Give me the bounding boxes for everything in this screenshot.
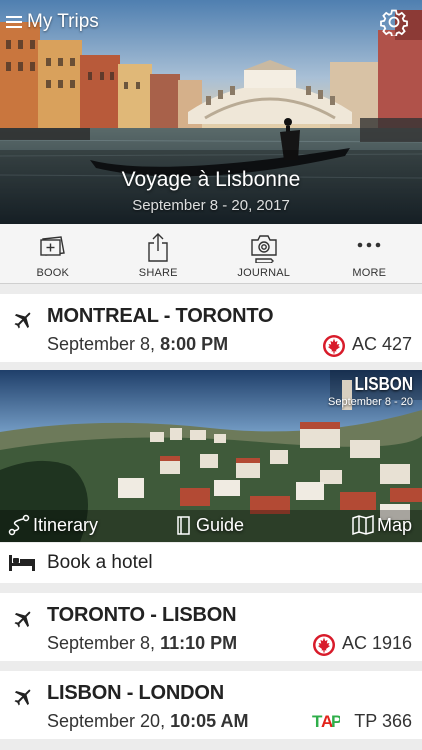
more-button[interactable]: MORE bbox=[317, 224, 422, 283]
flight-date: September 8, bbox=[47, 633, 161, 653]
flight-date: September 8, bbox=[47, 334, 161, 354]
share-label: SHARE bbox=[138, 267, 178, 279]
airplane-icon bbox=[14, 312, 31, 329]
share-icon bbox=[148, 233, 168, 262]
flight-number: AC 427 bbox=[351, 334, 412, 354]
share-button[interactable]: SHARE bbox=[106, 224, 212, 283]
journal-button[interactable]: JOURNAL bbox=[211, 224, 317, 283]
book-hotel-label: Book a hotel bbox=[47, 552, 153, 573]
book-label: BOOK bbox=[36, 267, 70, 279]
my-trips-menu-button[interactable]: My Trips bbox=[6, 9, 99, 35]
hamburger-icon bbox=[6, 15, 22, 29]
flight-date: September 20, bbox=[47, 711, 171, 731]
flight-number: TP 366 bbox=[354, 711, 412, 731]
air-canada-icon bbox=[323, 335, 345, 357]
flight-departure: September 8, 11:10 PM bbox=[47, 633, 237, 654]
airplane-icon bbox=[14, 689, 31, 706]
bed-icon bbox=[9, 555, 35, 571]
flight-time: 8:00 PM bbox=[160, 334, 229, 354]
itinerary-link[interactable]: Itinerary bbox=[8, 513, 98, 537]
flight-number: AC 1916 bbox=[341, 633, 412, 653]
flight-card[interactable]: MONTREAL - TORONTO September 8, 8:00 PM … bbox=[0, 294, 422, 362]
guide-label: Guide bbox=[196, 514, 245, 535]
more-icon bbox=[357, 242, 381, 248]
destination-city: LISBON bbox=[354, 374, 413, 394]
flight-departure: September 8, 8:00 PM bbox=[47, 334, 228, 355]
guide-book-icon bbox=[177, 516, 190, 535]
trip-cover-image[interactable]: My Trips Voyage à Lisbonne September 8 -… bbox=[0, 0, 422, 224]
trip-dates: September 8 - 20, 2017 bbox=[132, 197, 290, 214]
top-bar: My Trips bbox=[0, 0, 422, 44]
flight-departure: September 20, 10:05 AM bbox=[47, 711, 248, 732]
my-trips-label: My Trips bbox=[27, 11, 99, 32]
book-icon bbox=[40, 236, 65, 256]
trip-action-bar: BOOK SHARE JOURNAL MORE bbox=[0, 224, 422, 284]
tap-portugal-icon: T A P bbox=[312, 712, 340, 731]
itinerary-label: Itinerary bbox=[33, 514, 99, 535]
trip-screen: My Trips Voyage à Lisbonne September 8 -… bbox=[0, 0, 422, 750]
more-label: MORE bbox=[352, 267, 387, 279]
journal-label: JOURNAL bbox=[237, 267, 291, 279]
guide-link[interactable]: Guide bbox=[175, 513, 244, 537]
book-button[interactable]: BOOK bbox=[0, 224, 106, 283]
air-canada-icon bbox=[313, 634, 335, 656]
camera-icon bbox=[251, 235, 277, 263]
flight-time: 11:10 PM bbox=[160, 633, 238, 653]
destination-dates: September 8 - 20 bbox=[328, 396, 413, 408]
map-link[interactable]: Map bbox=[352, 513, 412, 537]
route-icon bbox=[8, 514, 30, 536]
destination-banner[interactable]: LISBON September 8 - 20 Itinerary Guide … bbox=[0, 370, 422, 542]
map-icon bbox=[352, 515, 374, 536]
flight-route: LISBON - LONDON bbox=[47, 682, 224, 704]
airplane-icon bbox=[14, 611, 31, 628]
flight-route: MONTREAL - TORONTO bbox=[47, 305, 274, 327]
book-hotel-row[interactable]: Book a hotel bbox=[0, 543, 422, 583]
trip-title: Voyage à Lisbonne bbox=[121, 168, 301, 191]
svg-text:P: P bbox=[331, 712, 340, 731]
flight-card[interactable]: LISBON - LONDON September 20, 10:05 AM T… bbox=[0, 671, 422, 739]
flight-time: 10:05 AM bbox=[170, 711, 249, 731]
map-label: Map bbox=[377, 514, 413, 535]
gear-icon[interactable] bbox=[380, 8, 408, 36]
flight-route: TORONTO - LISBON bbox=[47, 604, 237, 626]
flight-card[interactable]: TORONTO - LISBON September 8, 11:10 PM A… bbox=[0, 593, 422, 661]
